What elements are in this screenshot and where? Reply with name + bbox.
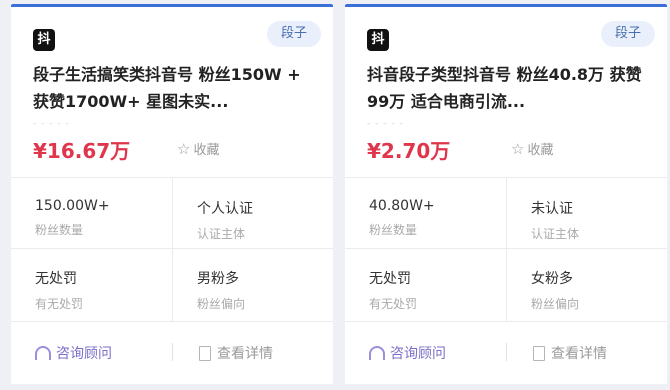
favorite-button[interactable]: ☆ 收藏 [511,139,553,158]
stat-label: 有无处罚 [369,297,418,311]
category-tag[interactable]: 段子 [600,21,655,47]
douyin-icon: 抖 [367,29,389,51]
stat-audience: 女粉多 粉丝偏向 [531,268,670,312]
price: ¥2.70万 [367,139,451,163]
stat-value: 无处罚 [35,271,77,287]
card-title[interactable]: 抖音段子类型抖音号 粉丝40.8万 获赞99万 适合电商引流... [367,61,649,115]
douyin-icon: 抖 [33,29,55,51]
stat-value: 150.00W+ [35,198,110,214]
star-icon: ☆ [177,140,191,158]
stats-grid: 40.80W+ 粉丝数量 未认证 认证主体 无处罚 有无处罚 女粉多 粉丝偏向 [345,177,667,322]
headset-icon [369,346,385,360]
divider-dashes: - - - - - [367,119,404,129]
card-footer: 咨询顾问 查看详情 [11,337,333,367]
favorite-label: 收藏 [193,143,220,158]
document-icon [533,346,545,361]
document-icon [199,346,211,361]
stat-value: 40.80W+ [369,198,435,214]
account-card[interactable]: 抖 段子 抖音段子类型抖音号 粉丝40.8万 获赞99万 适合电商引流... -… [345,4,667,384]
divider-dashes: - - - - - [33,119,70,129]
stat-value: 未认证 [531,201,573,217]
stat-label: 有无处罚 [35,297,84,311]
stat-label: 粉丝数量 [369,223,418,237]
stat-penalty: 无处罚 有无处罚 [369,268,509,312]
footer-divider [172,343,173,361]
detail-label: 查看详情 [551,346,607,362]
grid-divider-horizontal [11,248,333,249]
stat-certification: 未认证 认证主体 [531,198,670,242]
stats-grid: 150.00W+ 粉丝数量 个人认证 认证主体 无处罚 有无处罚 男粉多 粉丝偏… [11,177,333,322]
listing-grid: 抖 段子 段子生活搞笑类抖音号 粉丝150W + 获赞1700W+ 星图未实..… [0,0,670,390]
stat-certification: 个人认证 认证主体 [197,198,337,242]
stat-value: 女粉多 [531,271,573,287]
favorite-button[interactable]: ☆ 收藏 [177,139,219,158]
view-details-button[interactable]: 查看详情 [533,343,607,363]
consult-button[interactable]: 咨询顾问 [369,343,446,363]
footer-divider [506,343,507,361]
stat-value: 男粉多 [197,271,239,287]
consult-label: 咨询顾问 [390,346,446,362]
card-title[interactable]: 段子生活搞笑类抖音号 粉丝150W + 获赞1700W+ 星图未实... [33,61,315,115]
category-tag[interactable]: 段子 [266,21,321,47]
consult-label: 咨询顾问 [56,346,112,362]
consult-button[interactable]: 咨询顾问 [35,343,112,363]
stat-value: 个人认证 [197,201,253,217]
stat-label: 认证主体 [197,227,246,241]
star-icon: ☆ [511,140,525,158]
stat-followers: 40.80W+ 粉丝数量 [369,198,509,238]
card-footer: 咨询顾问 查看详情 [345,337,667,367]
headset-icon [35,346,51,360]
stat-value: 无处罚 [369,271,411,287]
account-card[interactable]: 抖 段子 段子生活搞笑类抖音号 粉丝150W + 获赞1700W+ 星图未实..… [11,4,333,384]
detail-label: 查看详情 [217,346,273,362]
stat-label: 认证主体 [531,227,580,241]
grid-divider-horizontal [345,248,667,249]
stat-label: 粉丝偏向 [197,297,246,311]
stat-penalty: 无处罚 有无处罚 [35,268,175,312]
view-details-button[interactable]: 查看详情 [199,343,273,363]
stat-audience: 男粉多 粉丝偏向 [197,268,337,312]
stat-followers: 150.00W+ 粉丝数量 [35,198,175,238]
price: ¥16.67万 [33,139,131,163]
stat-label: 粉丝数量 [35,223,84,237]
favorite-label: 收藏 [527,143,554,158]
stat-label: 粉丝偏向 [531,297,580,311]
